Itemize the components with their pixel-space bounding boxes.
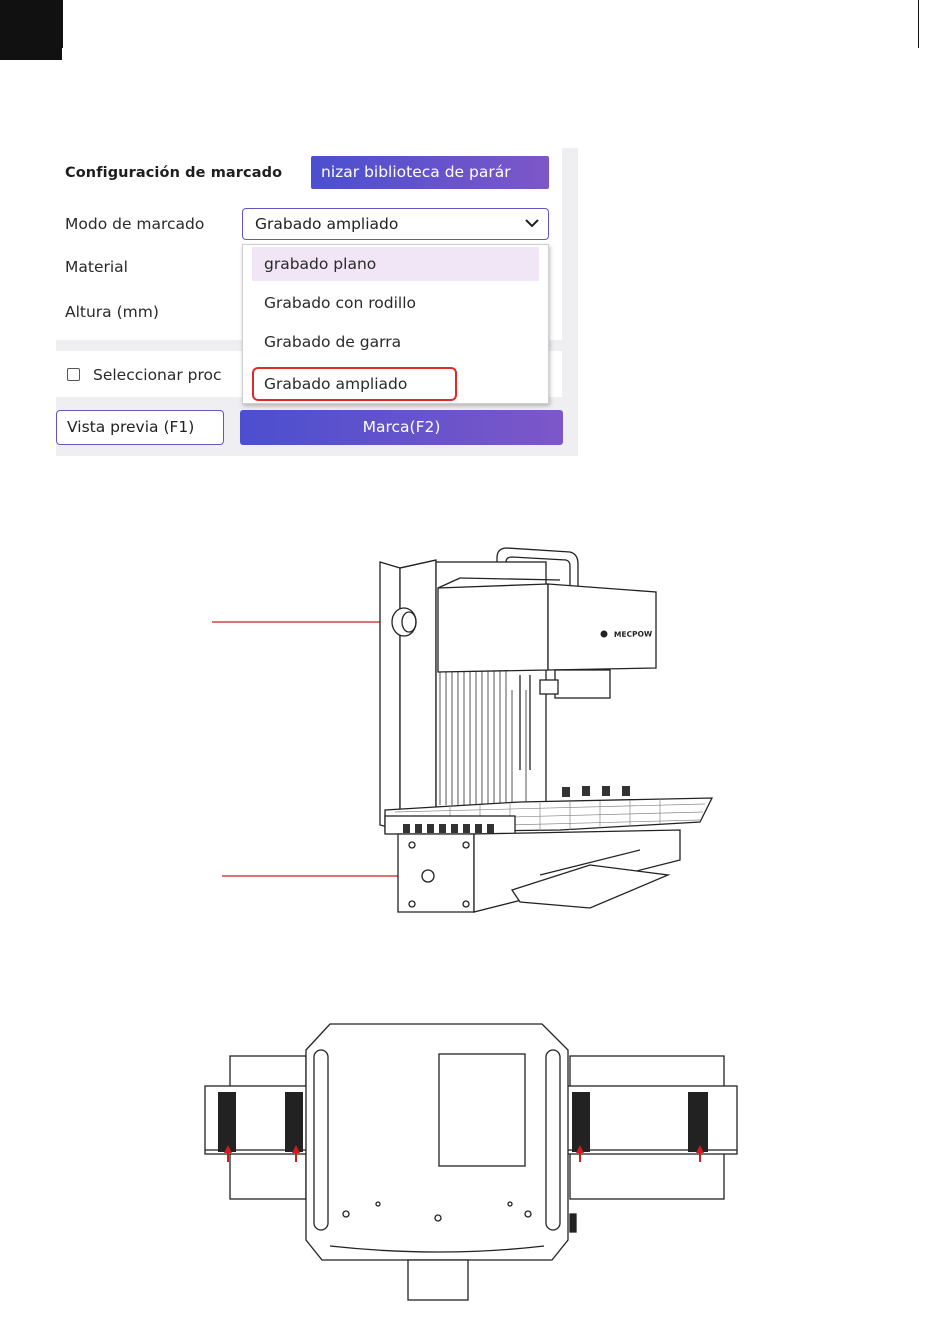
- select-process-label: Seleccionar proc: [93, 366, 222, 384]
- crop-mark: [918, 0, 919, 48]
- brand-label: MECPOW: [614, 629, 653, 639]
- chevron-down-icon: [525, 219, 539, 228]
- marking-mode-value: Grabado ampliado: [255, 215, 399, 233]
- preview-button[interactable]: Vista previa (F1): [56, 410, 224, 445]
- option-extended-engraving[interactable]: Grabado ampliado: [252, 367, 457, 401]
- option-roller-engraving[interactable]: Grabado con rodillo: [252, 286, 539, 320]
- mark-button[interactable]: Marca(F2): [240, 410, 563, 445]
- marking-mode-dropdown: grabado plano Grabado con rodillo Grabad…: [242, 244, 549, 404]
- mode-label: Modo de marcado: [65, 215, 205, 233]
- marking-settings-screenshot: Configuración de marcado nizar bibliotec…: [56, 148, 578, 456]
- parameter-library-button[interactable]: nizar biblioteca de parár: [311, 156, 549, 189]
- section-title: Configuración de marcado: [65, 165, 283, 181]
- option-flat-engraving[interactable]: grabado plano: [252, 247, 539, 281]
- crop-mark: [62, 0, 63, 48]
- option-claw-engraving[interactable]: Grabado de garra: [252, 325, 539, 359]
- material-label: Material: [65, 258, 128, 276]
- select-process-checkbox[interactable]: [67, 368, 80, 381]
- page-corner-marker: [0, 0, 62, 60]
- machine-isometric-illustration: MECPOW: [212, 547, 714, 913]
- machine-top-view-illustration: [204, 1023, 738, 1301]
- height-label: Altura (mm): [65, 303, 159, 321]
- marking-mode-select[interactable]: Grabado ampliado: [242, 208, 549, 240]
